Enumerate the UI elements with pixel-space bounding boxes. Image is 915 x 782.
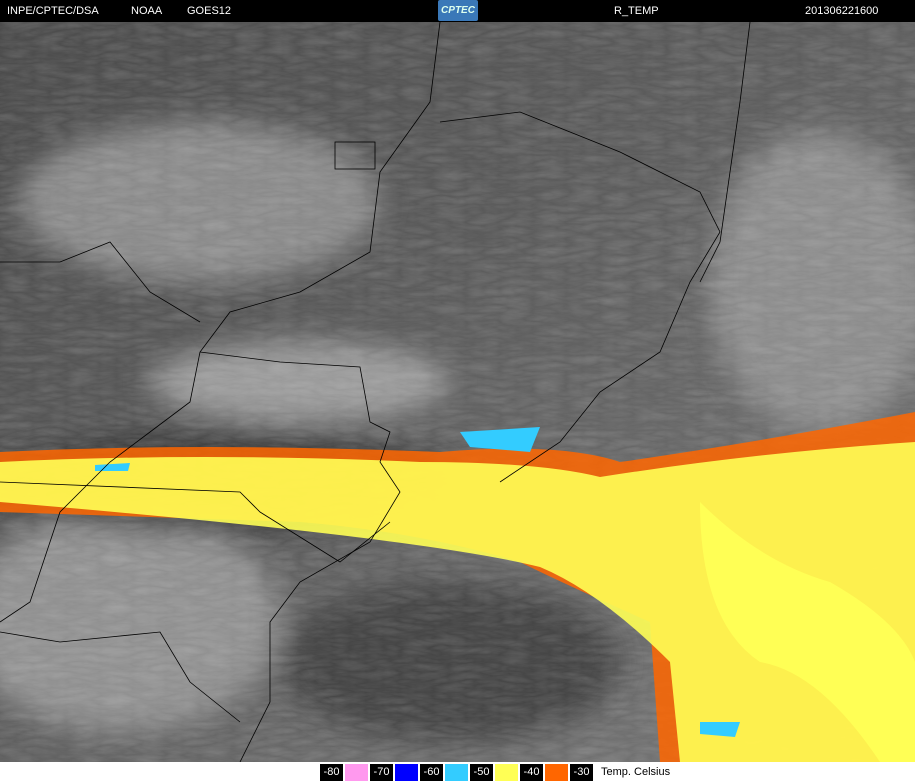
legend-unit: Temp. Celsius (601, 766, 671, 778)
legend-label-50: -50 (470, 764, 493, 781)
legend-swatch-pink (345, 764, 368, 781)
legend-label-80: -80 (320, 764, 343, 781)
temperature-legend: -80 -70 -60 -50 -40 -30 Temp. Celsius (0, 762, 915, 782)
legend-label-40: -40 (520, 764, 543, 781)
legend-label-30: -30 (570, 764, 593, 781)
satellite-image (0, 22, 915, 762)
legend-swatch-cyan (445, 764, 468, 781)
agency-label: NOAA (131, 5, 163, 17)
datetime-label: 201306221600 (805, 5, 879, 17)
legend-swatch-orange (545, 764, 568, 781)
legend-swatch-yellow (495, 764, 518, 781)
legend-label-70: -70 (370, 764, 393, 781)
cptec-logo: CPTEC (438, 0, 478, 21)
source-label: INPE/CPTEC/DSA (7, 5, 99, 17)
legend-label-60: -60 (420, 764, 443, 781)
product-label: R_TEMP (614, 5, 659, 17)
satellite-label: GOES12 (187, 5, 232, 17)
legend-swatch-blue (395, 764, 418, 781)
header-bar: INPE/CPTEC/DSA NOAA GOES12 CPTEC R_TEMP … (0, 0, 915, 22)
